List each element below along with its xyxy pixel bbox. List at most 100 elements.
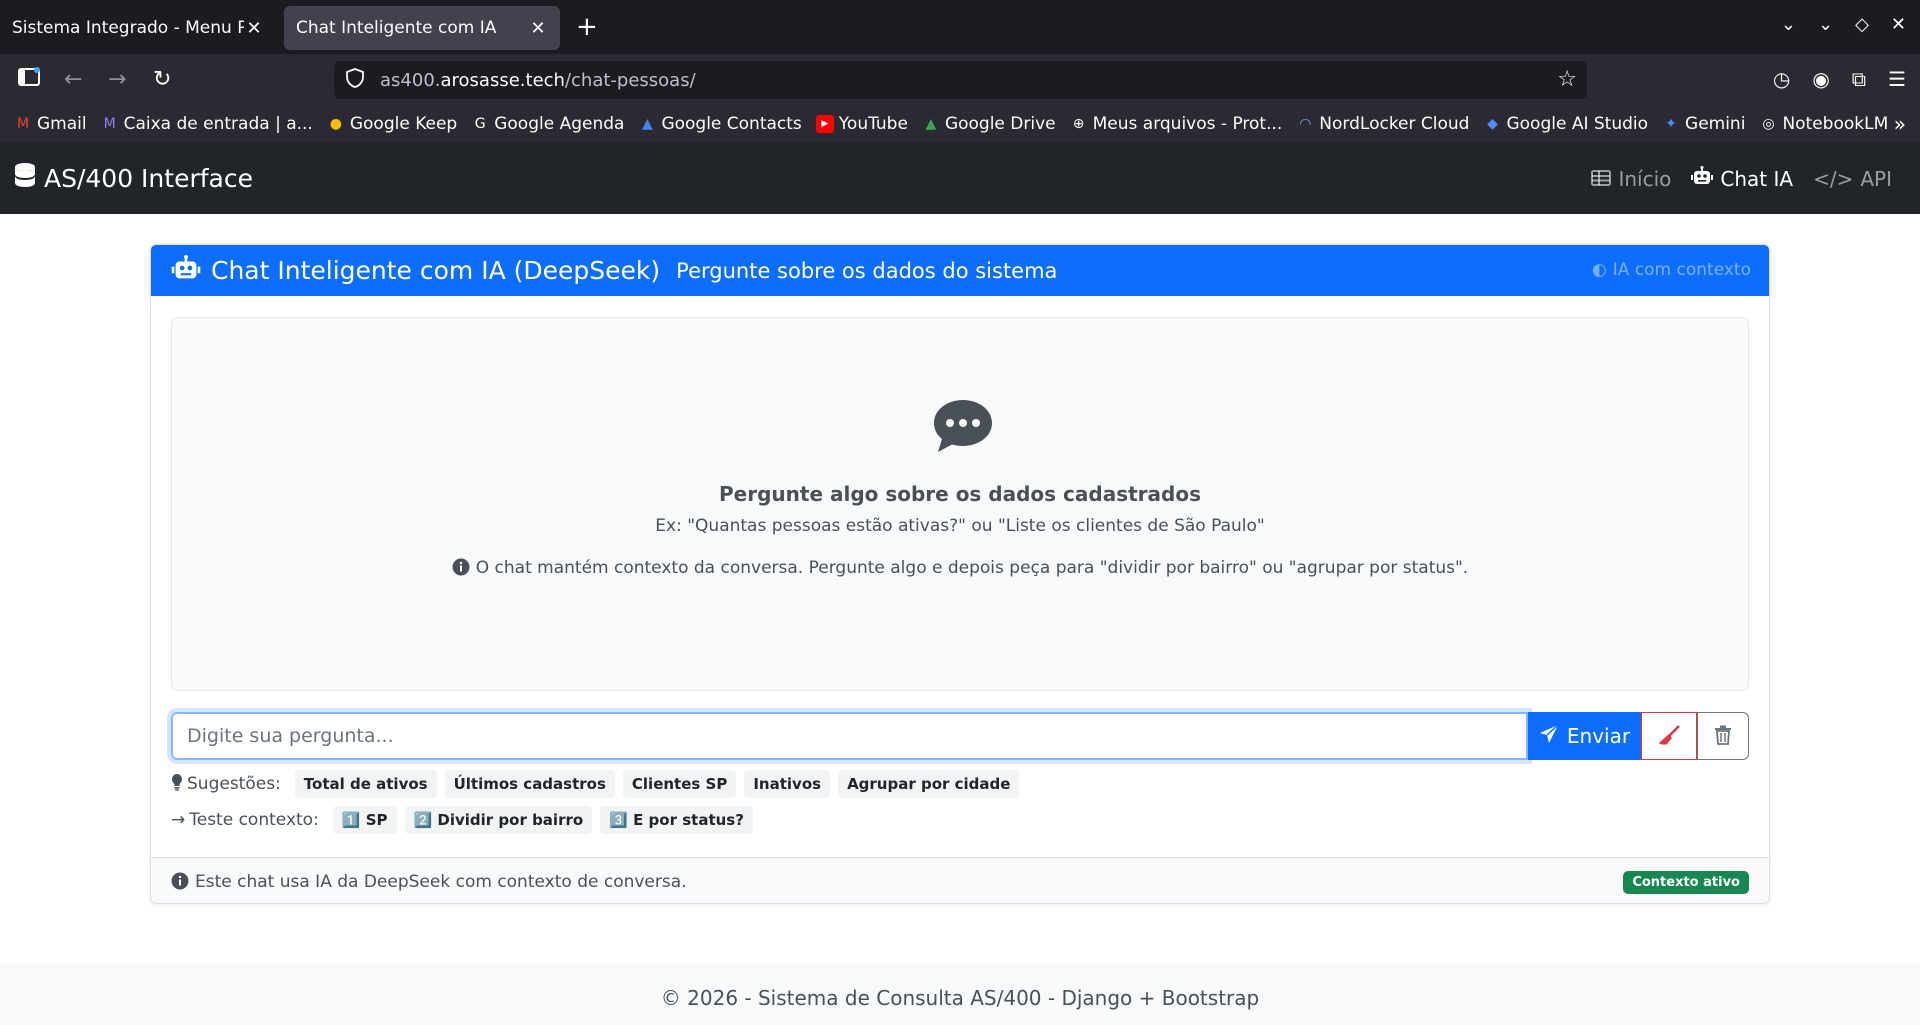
context-status-badge: Contexto ativo	[1623, 871, 1749, 894]
arrow-right-icon: →	[171, 810, 186, 830]
empty-state-example: Ex: "Quantas pessoas estão ativas?" ou "…	[655, 516, 1265, 536]
gmail-icon: M	[16, 116, 30, 132]
sidebar-toggle-icon[interactable]	[18, 67, 40, 94]
browser-tab-bar: Sistema Integrado - Menu Principal ✕ Cha…	[0, 0, 1920, 54]
robot-icon	[1691, 166, 1714, 191]
bookmark-google-agenda[interactable]: G Google Agenda	[471, 114, 625, 134]
context-test-chip[interactable]: 2️⃣ Dividir por bairro	[404, 806, 593, 834]
trash-icon	[1714, 725, 1732, 748]
context-test-label: → Teste contexto:	[171, 810, 319, 830]
proton-mail-icon: M	[103, 116, 116, 132]
address-bar[interactable]: as400.arosasse.tech/chat-pessoas/ ☆	[334, 61, 1587, 99]
context-test-row: → Teste contexto: 1️⃣ SP 2️⃣ Dividir por…	[171, 805, 761, 835]
app-navbar: AS/400 Interface Início Chat IA </> API	[0, 142, 1920, 214]
diamond-icon[interactable]: ◇	[1855, 14, 1869, 35]
send-plane-icon	[1539, 723, 1559, 749]
bookmark-proton-drive[interactable]: ⊕ Meus arquivos - Prot...	[1070, 114, 1283, 134]
suggestion-chip[interactable]: Total de ativos	[294, 770, 437, 798]
chat-dots-icon	[932, 398, 994, 454]
footer-note: Este chat usa IA da DeepSeek com context…	[195, 871, 687, 892]
info-circle-icon	[171, 872, 189, 892]
lightbulb-icon	[171, 773, 183, 796]
nordlocker-icon: ◠	[1299, 116, 1312, 132]
chat-input-group: Enviar	[171, 712, 1749, 760]
google-drive-icon: ▲	[925, 116, 937, 132]
suggestions-row: Sugestões: Total de ativos Últimos cadas…	[171, 769, 1027, 799]
google-icon: G	[474, 116, 486, 132]
chevron-double-right-icon[interactable]: »	[1894, 112, 1906, 136]
card-title: Chat Inteligente com IA (DeepSeek)	[171, 254, 660, 287]
bookmark-ai-studio[interactable]: ◆ Google AI Studio	[1483, 114, 1648, 134]
bookmark-google-drive[interactable]: ▲ Google Drive	[922, 114, 1056, 134]
suggestion-chip[interactable]: Clientes SP	[622, 770, 737, 798]
brand-label: AS/400 Interface	[44, 163, 253, 193]
clear-history-button[interactable]	[1697, 712, 1749, 760]
bookmark-notebooklm[interactable]: ◎ NotebookLM	[1759, 114, 1888, 134]
clock-icon[interactable]: ◷	[1773, 67, 1790, 91]
database-icon	[14, 162, 36, 194]
browser-tab-active[interactable]: Chat Inteligente com IA ✕	[284, 6, 560, 50]
robot-icon	[171, 254, 201, 287]
context-test-chip[interactable]: 3️⃣ E por status?	[600, 806, 753, 834]
back-arrow-icon[interactable]: ←	[64, 67, 82, 93]
close-tab-icon[interactable]: ✕	[528, 18, 548, 39]
google-contacts-icon: ▲	[642, 116, 653, 132]
bookmark-nordlocker[interactable]: ◠ NordLocker Cloud	[1296, 114, 1469, 134]
nav-link-api[interactable]: </> API	[1813, 166, 1892, 191]
chat-messages-area: Pergunte algo sobre os dados cadastrados…	[171, 317, 1749, 691]
close-tab-icon[interactable]: ✕	[244, 18, 264, 39]
brand[interactable]: AS/400 Interface	[14, 162, 253, 194]
gemini-icon: ✦	[1665, 116, 1677, 132]
url-text: as400.arosasse.tech/chat-pessoas/	[380, 69, 696, 91]
bookmark-star-icon[interactable]: ☆	[1557, 67, 1577, 92]
card-subtitle: Pergunte sobre os dados do sistema	[676, 258, 1058, 283]
empty-state-info: O chat mantém contexto da conversa. Perg…	[172, 558, 1748, 578]
list-all-tabs-icon[interactable]: ⌄	[1781, 14, 1796, 35]
notebooklm-icon: ◎	[1762, 116, 1775, 132]
menu-icon[interactable]: ☰	[1888, 67, 1906, 91]
extension-avatar-icon[interactable]: ◉	[1812, 67, 1829, 91]
broom-icon	[1657, 724, 1681, 749]
new-tab-icon[interactable]: +	[576, 14, 598, 40]
forward-arrow-icon[interactable]: →	[108, 67, 126, 93]
window-close-icon[interactable]: ✕	[1891, 14, 1906, 35]
table-icon	[1591, 167, 1612, 191]
code-icon: </>	[1813, 166, 1854, 191]
bookmark-gemini[interactable]: ✦ Gemini	[1662, 114, 1745, 134]
bookmark-youtube[interactable]: ▶ YouTube	[815, 114, 908, 134]
ai-studio-icon: ◆	[1487, 116, 1498, 132]
chevron-down-icon[interactable]: ⌄	[1818, 14, 1833, 35]
nav-link-inicio[interactable]: Início	[1591, 166, 1671, 191]
suggestions-label: Sugestões:	[171, 773, 281, 796]
browser-tab[interactable]: Sistema Integrado - Menu Principal ✕	[0, 6, 276, 50]
tab-title: Chat Inteligente com IA	[296, 18, 497, 38]
bookmark-gmail[interactable]: M Gmail	[14, 114, 87, 134]
youtube-icon: ▶	[815, 115, 834, 133]
bookmark-google-keep[interactable]: ● Google Keep	[327, 114, 457, 134]
card-header: Chat Inteligente com IA (DeepSeek) Pergu…	[151, 245, 1769, 296]
send-button[interactable]: Enviar	[1528, 712, 1641, 760]
context-test-chip[interactable]: 1️⃣ SP	[332, 806, 397, 834]
page-footer: © 2026 - Sistema de Consulta AS/400 - Dj…	[0, 964, 1920, 1025]
suggestion-chip[interactable]: Últimos cadastros	[444, 770, 615, 798]
google-keep-icon: ●	[329, 116, 342, 132]
suggestion-chip[interactable]: Agrupar por cidade	[838, 770, 1020, 798]
clear-input-button[interactable]	[1641, 712, 1697, 760]
nav-link-chat-ia[interactable]: Chat IA	[1691, 166, 1793, 191]
info-circle-icon	[452, 558, 470, 578]
suggestion-chip[interactable]: Inativos	[744, 770, 831, 798]
question-input[interactable]	[171, 712, 1528, 760]
bookmark-google-contacts[interactable]: ▲ Google Contacts	[638, 114, 802, 134]
shield-icon[interactable]	[346, 67, 368, 93]
tab-title: Sistema Integrado - Menu Principal	[12, 18, 244, 38]
empty-state-title: Pergunte algo sobre os dados cadastrados	[719, 482, 1201, 506]
globe-icon: ⊕	[1072, 116, 1085, 132]
reload-icon[interactable]: ↻	[153, 67, 171, 93]
chat-card: Chat Inteligente com IA (DeepSeek) Pergu…	[150, 244, 1770, 904]
bookmarks-bar: M Gmail M Caixa de entrada | a... ● Google …	[0, 106, 1920, 142]
browser-toolbar: ← → ↻ as400.arosasse.tech/chat-pessoas/ …	[0, 54, 1920, 106]
copyright-text: © 2026 - Sistema de Consulta AS/400 - Dj…	[660, 986, 1260, 1010]
bookmark-proton-mail[interactable]: M Caixa de entrada | a...	[101, 114, 313, 134]
context-note: ◐ IA com contexto	[1591, 260, 1751, 280]
puzzle-extensions-icon[interactable]: ⧉	[1852, 67, 1866, 91]
